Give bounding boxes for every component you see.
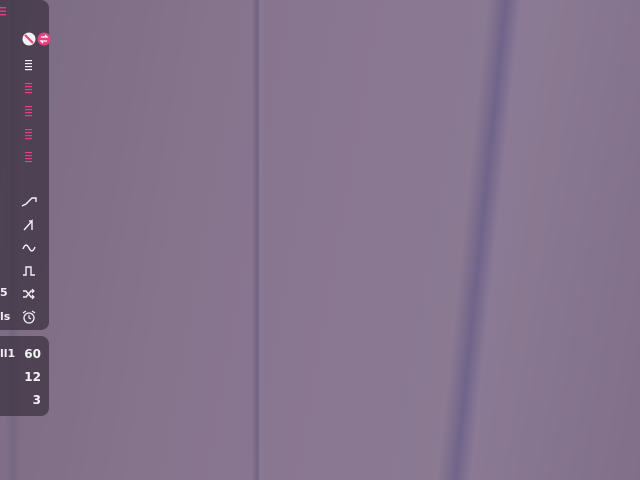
menu-lines-icon[interactable] [24,81,34,95]
hamburger-icon[interactable] [0,4,8,18]
alarm-clock-icon[interactable] [21,309,37,325]
mode-label: 5 [0,286,8,299]
control-panel-top: 5 ls [0,0,51,330]
sine-wave-icon[interactable] [21,240,37,256]
menu-lines-icon[interactable] [24,150,34,164]
value-row[interactable]: ll1 60 [0,346,49,366]
shuffle-icon[interactable] [21,286,37,302]
row-value: 12 [24,370,41,384]
row-value: 60 [24,347,41,361]
menu-lines-icon[interactable] [24,127,34,141]
square-wave-icon[interactable] [21,263,37,279]
wall-seam [437,0,548,480]
mode-label: ls [0,310,11,323]
no-entry-icon[interactable] [22,32,36,46]
menu-lines-icon[interactable] [24,104,34,118]
wall-seam [252,0,264,480]
value-row[interactable]: 3 [0,392,49,412]
row-label: ll1 [0,347,16,360]
menu-lines-icon[interactable] [24,58,34,72]
value-row[interactable]: 12 [0,369,49,389]
ramp-up-icon[interactable] [21,194,37,210]
swap-icon[interactable] [37,32,51,46]
row-value: 3 [32,393,41,407]
control-panel-bottom: ll1 60 12 3 [0,336,49,416]
sawtooth-icon[interactable] [21,217,37,233]
